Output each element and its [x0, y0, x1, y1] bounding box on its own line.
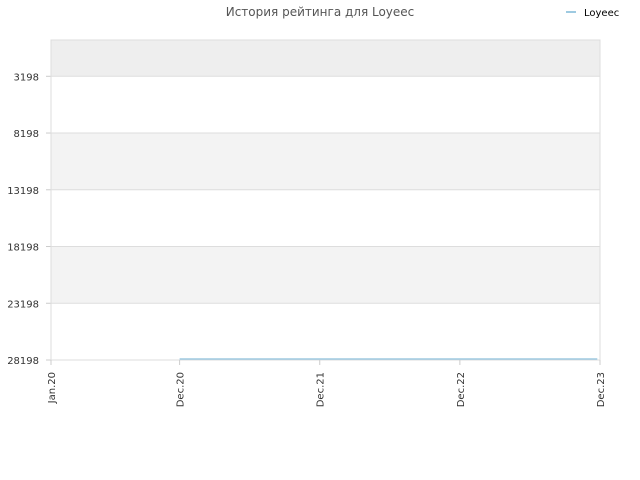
grid-band: [51, 133, 600, 190]
x-tick-label: Dec.20: [176, 372, 187, 407]
grid-band: [51, 40, 600, 77]
x-tick-label: Dec.21: [316, 372, 327, 407]
y-tick-label: 3198: [14, 72, 39, 83]
y-tick-label: 28198: [7, 356, 39, 367]
chart: История рейтинга для Loyeec Loyeec 3198 8…: [0, 0, 640, 480]
grid-band: [51, 303, 600, 360]
y-tick-label: 23198: [7, 299, 39, 310]
y-tick-label: 18198: [7, 243, 39, 254]
chart-svg: 3198 8198 13198 18198 23198 28198 Jan.20 Dec.20…: [7, 39, 607, 407]
grid-band: [51, 76, 600, 134]
grid-band: [51, 246, 600, 304]
x-tick-label: Dec.22: [456, 372, 467, 407]
x-tick-label: Dec.23: [596, 372, 607, 407]
y-tick-label: 13198: [7, 186, 39, 197]
y-tick-label: 8198: [14, 129, 39, 140]
grid-band: [51, 189, 600, 247]
x-tick-label: Jan.20: [47, 372, 58, 404]
